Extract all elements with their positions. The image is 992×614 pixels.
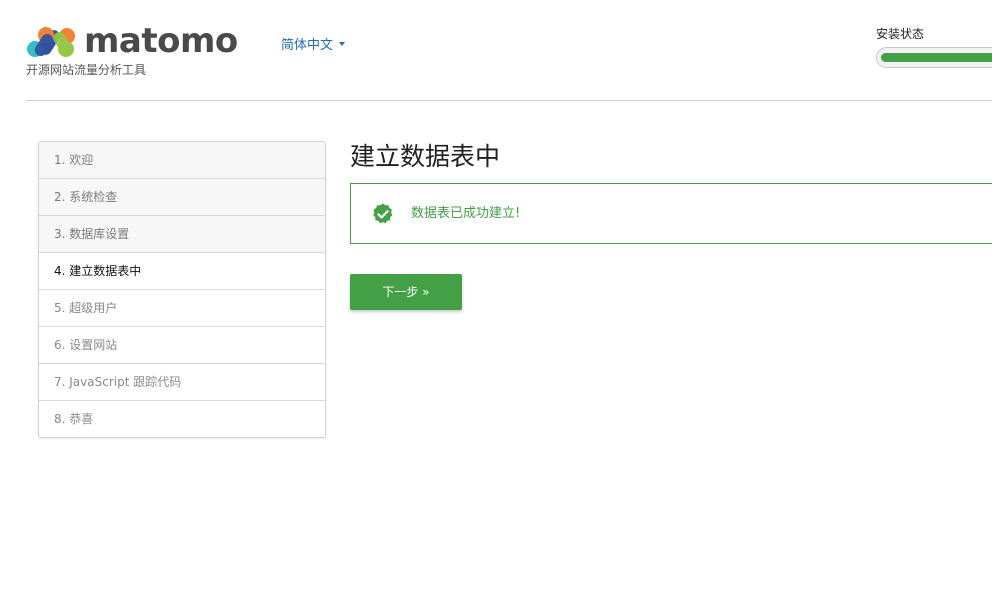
step-label: 6. 设置网站 <box>54 338 118 352</box>
step-item: 3. 数据库设置 <box>39 215 325 252</box>
step-item: 6. 设置网站 <box>39 326 325 363</box>
step-item: 8. 恭喜 <box>39 400 325 437</box>
step-label: 8. 恭喜 <box>54 412 94 426</box>
step-item: 1. 欢迎 <box>39 142 325 178</box>
check-badge-icon <box>373 203 393 224</box>
step-item: 7. JavaScript 跟踪代码 <box>39 363 325 400</box>
next-button[interactable]: 下一步 » <box>350 274 462 310</box>
logo-wordmark: matomo <box>84 21 238 61</box>
step-label: 5. 超级用户 <box>54 301 118 315</box>
caret-down-icon <box>339 41 346 46</box>
header-divider <box>26 100 992 101</box>
step-item: 2. 系统检查 <box>39 178 325 215</box>
matomo-logo-icon <box>27 27 75 57</box>
step-label: 4. 建立数据表中 <box>54 264 142 278</box>
matomo-logo[interactable]: matomo <box>26 21 266 61</box>
header: matomo 开源网站流量分析工具 简体中文 安装状态 <box>0 0 992 101</box>
success-notification: 数据表已成功建立! <box>350 183 992 244</box>
language-label: 简体中文 <box>281 38 334 53</box>
step-label: 2. 系统检查 <box>54 190 118 204</box>
step-label: 7. JavaScript 跟踪代码 <box>54 375 182 389</box>
step-label: 1. 欢迎 <box>54 153 94 167</box>
install-status-label: 安装状态 <box>876 27 925 41</box>
tagline: 开源网站流量分析工具 <box>26 63 147 77</box>
success-message: 数据表已成功建立! <box>411 206 521 221</box>
step-label: 3. 数据库设置 <box>54 227 130 241</box>
install-steps-list: 1. 欢迎 2. 系统检查 3. 数据库设置 4. 建立数据表中 5. 超级用户… <box>38 141 326 438</box>
language-selector[interactable]: 简体中文 <box>281 38 346 54</box>
step-item: 4. 建立数据表中 <box>39 252 325 289</box>
page-title: 建立数据表中 <box>350 142 501 171</box>
step-item: 5. 超级用户 <box>39 289 325 326</box>
install-progress-fill <box>881 53 992 62</box>
install-progress-bar <box>876 47 992 68</box>
